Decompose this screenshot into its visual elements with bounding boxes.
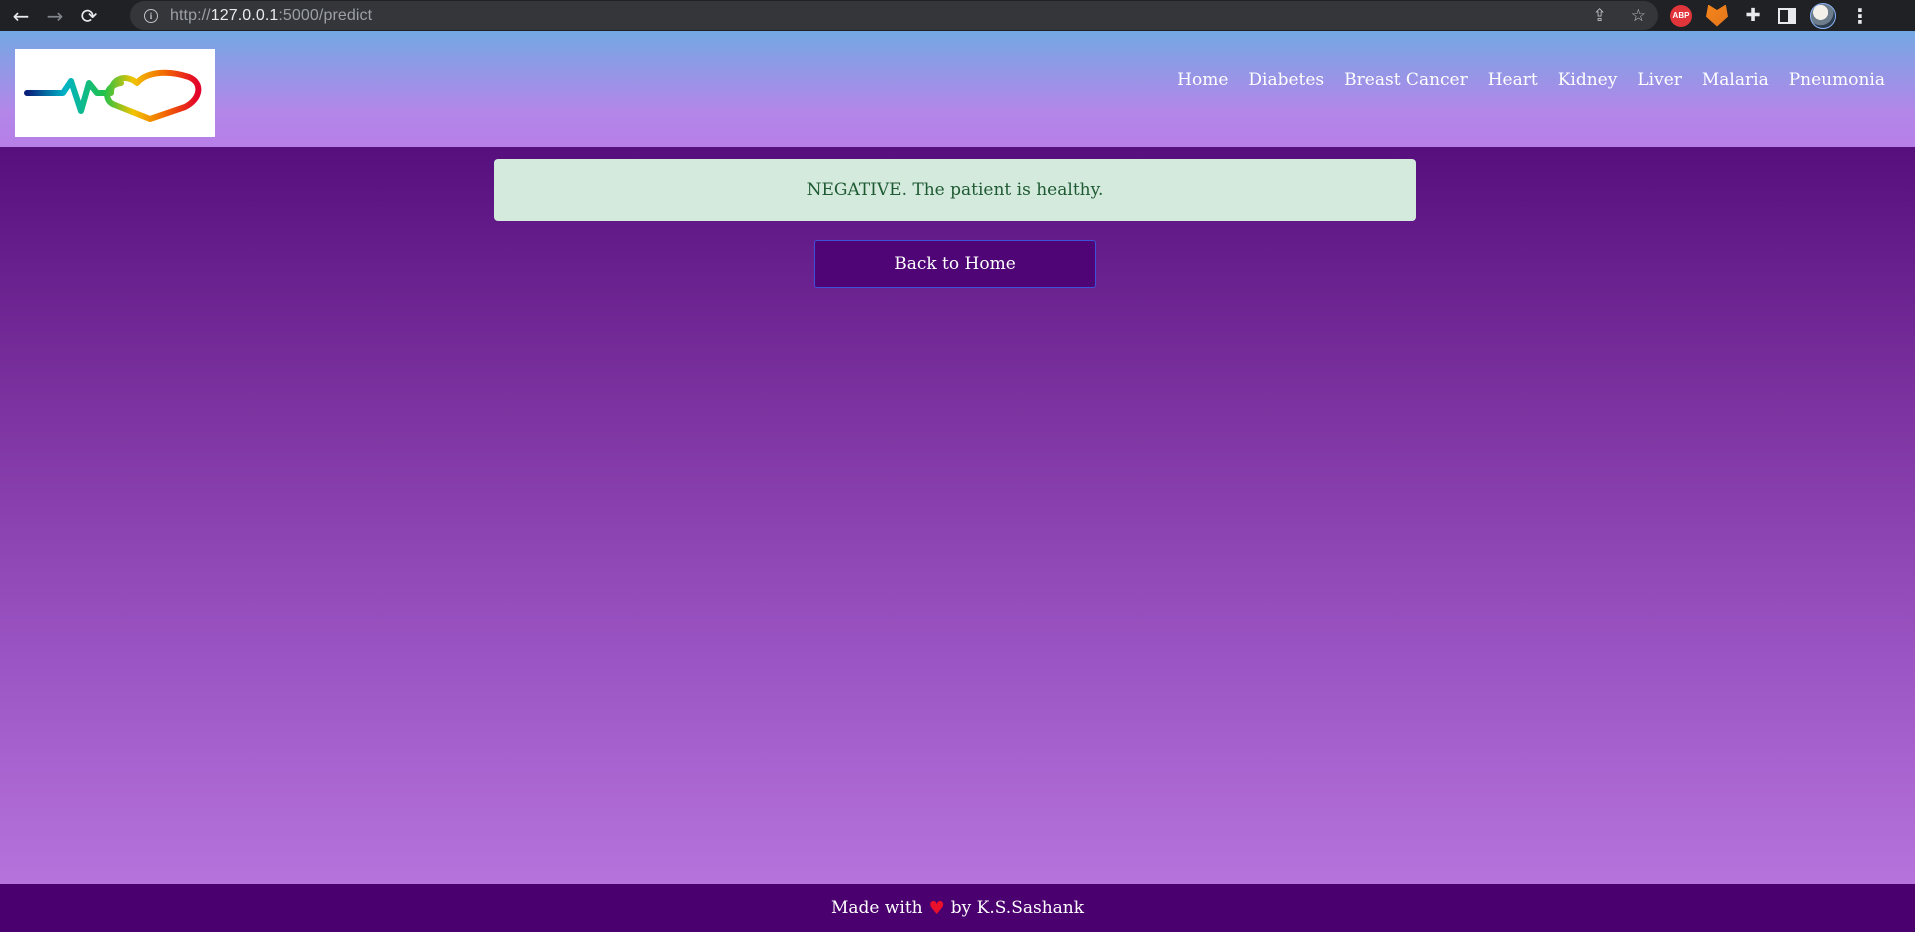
web-page: Home Diabetes Breast Cancer Heart Kidney… [0, 31, 1915, 932]
nav-link-kidney[interactable]: Kidney [1558, 70, 1618, 90]
back-arrow-icon[interactable]: ← [8, 3, 34, 29]
extensions-area: ABP ✚ ⋮ [1670, 0, 1870, 31]
share-icon[interactable]: ⇪ [1593, 6, 1607, 26]
nav-link-home[interactable]: Home [1177, 70, 1228, 90]
address-bar-actions: ⇪ ☆ [1593, 1, 1647, 30]
footer-prefix: Made with [830, 898, 923, 918]
prediction-result-alert: NEGATIVE. The patient is healthy. [494, 159, 1416, 221]
site-footer: Made with ♥ by K.S.Sashank [0, 884, 1915, 932]
site-header: Home Diabetes Breast Cancer Heart Kidney… [0, 31, 1915, 147]
nav-link-pneumonia[interactable]: Pneumonia [1789, 70, 1885, 90]
abp-icon[interactable]: ABP [1670, 4, 1692, 27]
main-content: NEGATIVE. The patient is healthy. Back t… [0, 147, 1915, 884]
profile-avatar[interactable] [1810, 2, 1836, 29]
url-host: 127.0.0.1 [210, 6, 279, 24]
heart-icon: ♥ [928, 897, 945, 919]
puzzle-icon[interactable]: ✚ [1742, 5, 1764, 26]
main-nav: Home Diabetes Breast Cancer Heart Kidney… [1177, 70, 1885, 90]
url-text: http://127.0.0.1:5000/predict [170, 7, 372, 25]
nav-link-malaria[interactable]: Malaria [1702, 70, 1769, 90]
nav-link-heart[interactable]: Heart [1488, 70, 1538, 90]
nav-link-breast-cancer[interactable]: Breast Cancer [1344, 70, 1468, 90]
browser-toolbar: ← → ⟳ i http://127.0.0.1:5000/predict ⇪ … [0, 0, 1915, 31]
url-scheme: http:// [170, 6, 211, 24]
site-info-icon[interactable]: i [144, 8, 158, 23]
forward-arrow-icon[interactable]: → [42, 3, 68, 29]
heartbeat-heart-logo-icon [24, 69, 202, 122]
site-logo[interactable] [15, 49, 215, 137]
footer-credit: by K.S.Sashank [950, 898, 1085, 918]
url-path: :5000/predict [278, 6, 373, 24]
reload-icon[interactable]: ⟳ [76, 3, 102, 29]
side-panel-icon[interactable] [1778, 7, 1796, 24]
back-to-home-button[interactable]: Back to Home [814, 240, 1096, 288]
address-bar[interactable]: i http://127.0.0.1:5000/predict ⇪ ☆ [130, 1, 1658, 30]
menu-icon[interactable]: ⋮ [1850, 4, 1870, 28]
metamask-fox-icon[interactable] [1706, 4, 1728, 27]
nav-link-diabetes[interactable]: Diabetes [1248, 70, 1324, 90]
nav-link-liver[interactable]: Liver [1637, 70, 1682, 90]
bookmark-star-icon[interactable]: ☆ [1631, 6, 1646, 26]
